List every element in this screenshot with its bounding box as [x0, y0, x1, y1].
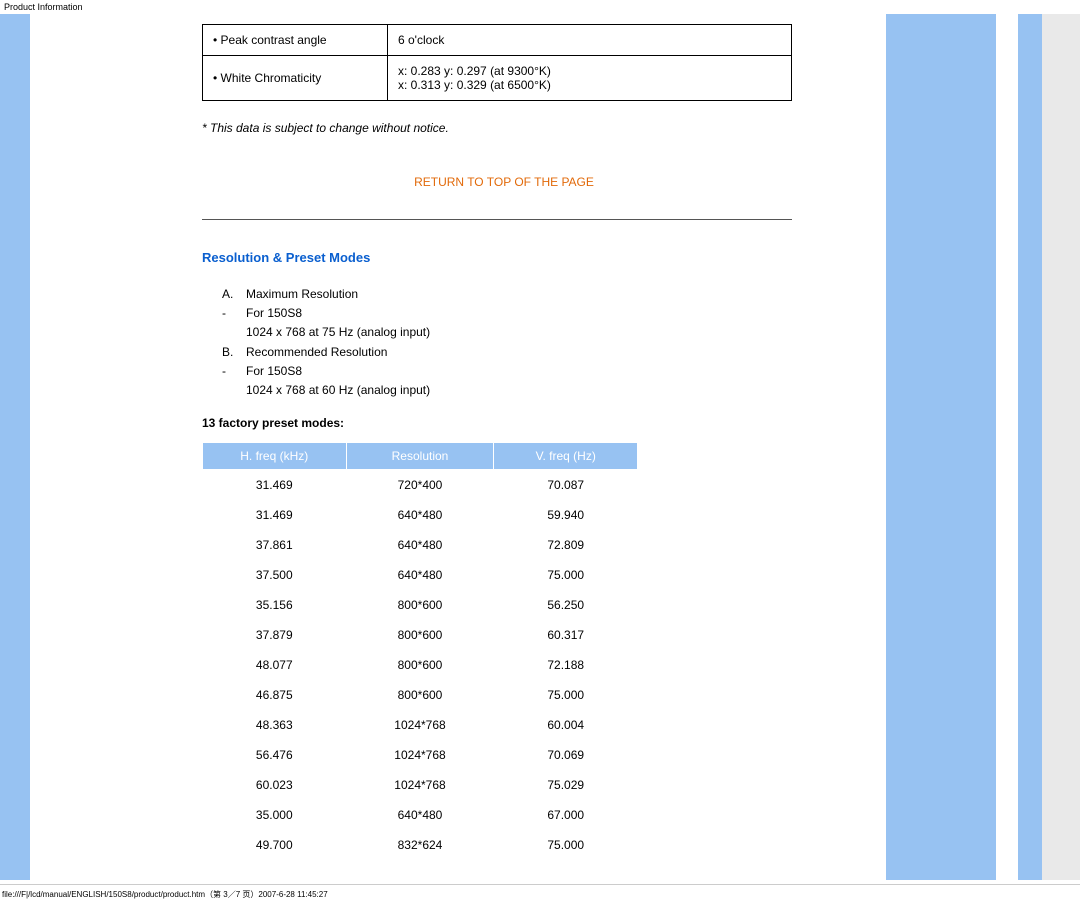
table-cell: 640*480: [346, 800, 494, 830]
list-marker: [222, 323, 246, 342]
left-sidebar-space: [42, 14, 202, 880]
table-cell: 1024*768: [346, 770, 494, 800]
right-stripe-2: [1018, 14, 1042, 880]
right-gap: [846, 14, 886, 880]
table-row: 35.156800*60056.250: [203, 590, 638, 620]
list-item: A.Maximum Resolution: [222, 285, 806, 304]
table-row: 60.0231024*76875.029: [203, 770, 638, 800]
spec-value: 6 o'clock: [388, 25, 792, 56]
right-end-gutter: [1042, 14, 1080, 880]
right-stripe-1: [886, 14, 996, 880]
list-text: For 150S8: [246, 362, 302, 381]
table-row: 35.000640*48067.000: [203, 800, 638, 830]
table-cell: 46.875: [203, 680, 347, 710]
table-cell: 60.023: [203, 770, 347, 800]
list-marker: -: [222, 304, 246, 323]
table-cell: 720*400: [346, 470, 494, 501]
spec-value: x: 0.283 y: 0.297 (at 9300°K)x: 0.313 y:…: [388, 56, 792, 101]
table-cell: 800*600: [346, 590, 494, 620]
table-row: 56.4761024*76870.069: [203, 740, 638, 770]
right-gap-2: [996, 14, 1018, 880]
list-item: -For 150S8: [222, 362, 806, 381]
table-row: 46.875800*60075.000: [203, 680, 638, 710]
table-cell: 1024*768: [346, 710, 494, 740]
list-item: -For 150S8: [222, 304, 806, 323]
table-cell: 56.476: [203, 740, 347, 770]
table-cell: 35.000: [203, 800, 347, 830]
table-cell: 800*600: [346, 680, 494, 710]
preset-modes-label: 13 factory preset modes:: [202, 416, 806, 430]
table-cell: 31.469: [203, 500, 347, 530]
table-cell: 75.000: [494, 560, 638, 590]
preset-modes-table: H. freq (kHz) Resolution V. freq (Hz) 31…: [202, 442, 638, 860]
spec-table: • Peak contrast angle6 o'clock• White Ch…: [202, 24, 792, 101]
table-cell: 59.940: [494, 500, 638, 530]
table-cell: 75.000: [494, 680, 638, 710]
table-cell: 60.004: [494, 710, 638, 740]
table-cell: 640*480: [346, 530, 494, 560]
table-cell: 70.069: [494, 740, 638, 770]
table-row: 37.879800*60060.317: [203, 620, 638, 650]
table-cell: 31.469: [203, 470, 347, 501]
spec-label: • Peak contrast angle: [203, 25, 388, 56]
return-link-wrap: RETURN TO TOP OF THE PAGE: [202, 175, 806, 189]
list-marker: A.: [222, 285, 246, 304]
table-cell: 37.879: [203, 620, 347, 650]
table-row: 48.3631024*76860.004: [203, 710, 638, 740]
list-text: 1024 x 768 at 75 Hz (analog input): [246, 323, 430, 342]
table-cell: 56.250: [494, 590, 638, 620]
table-row: 48.077800*60072.188: [203, 650, 638, 680]
list-text: Maximum Resolution: [246, 285, 358, 304]
table-cell: 67.000: [494, 800, 638, 830]
list-marker: [222, 381, 246, 400]
table-row: 37.861640*48072.809: [203, 530, 638, 560]
list-text: Recommended Resolution: [246, 343, 387, 362]
list-item: 1024 x 768 at 60 Hz (analog input): [222, 381, 806, 400]
return-to-top-link[interactable]: RETURN TO TOP OF THE PAGE: [414, 175, 594, 189]
list-item: B.Recommended Resolution: [222, 343, 806, 362]
list-item: 1024 x 768 at 75 Hz (analog input): [222, 323, 806, 342]
spec-label: • White Chromaticity: [203, 56, 388, 101]
table-cell: 800*600: [346, 650, 494, 680]
left-stripe: [0, 14, 30, 880]
main-content: • Peak contrast angle6 o'clock• White Ch…: [202, 14, 846, 880]
section-divider: [202, 219, 792, 220]
section-heading: Resolution & Preset Modes: [202, 250, 806, 265]
table-cell: 37.500: [203, 560, 347, 590]
table-cell: 640*480: [346, 560, 494, 590]
footer-file-path: file:///F|/lcd/manual/ENGLISH/150S8/prod…: [0, 884, 1080, 904]
table-row: 31.469720*40070.087: [203, 470, 638, 501]
table-cell: 75.029: [494, 770, 638, 800]
col-resolution: Resolution: [346, 443, 494, 470]
col-v-freq: V. freq (Hz): [494, 443, 638, 470]
list-text: 1024 x 768 at 60 Hz (analog input): [246, 381, 430, 400]
table-cell: 60.317: [494, 620, 638, 650]
table-cell: 70.087: [494, 470, 638, 501]
table-cell: 75.000: [494, 830, 638, 860]
table-cell: 1024*768: [346, 740, 494, 770]
table-cell: 35.156: [203, 590, 347, 620]
list-marker: B.: [222, 343, 246, 362]
table-cell: 800*600: [346, 620, 494, 650]
page-header: Product Information: [0, 0, 1080, 14]
table-row: 37.500640*48075.000: [203, 560, 638, 590]
table-cell: 48.363: [203, 710, 347, 740]
table-cell: 640*480: [346, 500, 494, 530]
table-cell: 72.809: [494, 530, 638, 560]
list-marker: -: [222, 362, 246, 381]
table-cell: 37.861: [203, 530, 347, 560]
page-layout: • Peak contrast angle6 o'clock• White Ch…: [0, 14, 1080, 880]
table-cell: 49.700: [203, 830, 347, 860]
table-cell: 72.188: [494, 650, 638, 680]
resolution-list: A.Maximum Resolution-For 150S81024 x 768…: [222, 285, 806, 400]
table-row: 31.469640*48059.940: [203, 500, 638, 530]
col-h-freq: H. freq (kHz): [203, 443, 347, 470]
list-text: For 150S8: [246, 304, 302, 323]
table-row: 49.700832*62475.000: [203, 830, 638, 860]
left-gap: [30, 14, 42, 880]
footnote-text: * This data is subject to change without…: [202, 121, 806, 135]
table-cell: 832*624: [346, 830, 494, 860]
table-cell: 48.077: [203, 650, 347, 680]
